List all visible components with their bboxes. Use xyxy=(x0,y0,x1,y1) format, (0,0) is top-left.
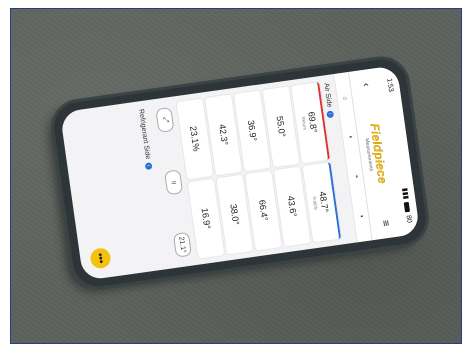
reading-value: 42.3° xyxy=(217,123,230,146)
reading-value: 55.0° xyxy=(274,115,288,138)
back-arrow-icon[interactable]: ‹ xyxy=(358,77,374,93)
reading-value: 23.1% xyxy=(188,125,202,153)
menu-icon[interactable]: ≡ xyxy=(378,215,394,231)
status-icons: ▮▮▮ 80 xyxy=(401,187,414,223)
extra-reading: 21.1° xyxy=(172,231,193,258)
pause-icon[interactable]: ॥ xyxy=(164,169,184,196)
photo-background: 1:53 ▮▮▮ 80 ‹ Fieldpiece Measurements ≡ xyxy=(10,8,462,344)
reading-value: 48.7° xyxy=(317,190,331,214)
reading-value: 16.9° xyxy=(199,207,213,230)
battery-icon xyxy=(404,201,411,213)
battery-level: 80 xyxy=(405,214,414,224)
more-options-button[interactable]: ••• xyxy=(89,246,112,270)
chart-icon[interactable]: ⤢ xyxy=(155,106,175,133)
info-icon[interactable]: i xyxy=(326,109,335,118)
air-side-title: Air Side xyxy=(322,82,333,108)
probe-icon[interactable]: ◐ xyxy=(347,135,353,139)
phone-case: 1:53 ▮▮▮ 80 ‹ Fieldpiece Measurements ≡ xyxy=(50,56,430,290)
reading-value: 66.4° xyxy=(257,199,270,222)
reading-value: 69.8° xyxy=(306,110,320,134)
signal-icon: ▮▮▮ xyxy=(400,187,410,200)
phone-screen: 1:53 ▮▮▮ 80 ‹ Fieldpiece Measurements ≡ xyxy=(59,65,421,281)
probe-icon[interactable]: ◓ xyxy=(352,174,358,178)
probe-icon[interactable]: ⌂ xyxy=(341,96,347,100)
probe-icon[interactable]: ◑ xyxy=(358,214,364,218)
reading-value: 36.9° xyxy=(245,119,259,142)
info-icon[interactable]: i xyxy=(144,161,153,170)
readings-grid: 69.8° Return 48.7° Supply 55.0° 43.6° 36.9… xyxy=(176,76,342,264)
reading-value: 38.0° xyxy=(228,203,242,226)
brand-block: Fieldpiece Measurements xyxy=(362,122,389,185)
refrigerant-side-title: Refrigerant Side xyxy=(137,108,152,160)
reading-value: 43.6° xyxy=(285,195,299,218)
status-time: 1:53 xyxy=(385,77,395,93)
